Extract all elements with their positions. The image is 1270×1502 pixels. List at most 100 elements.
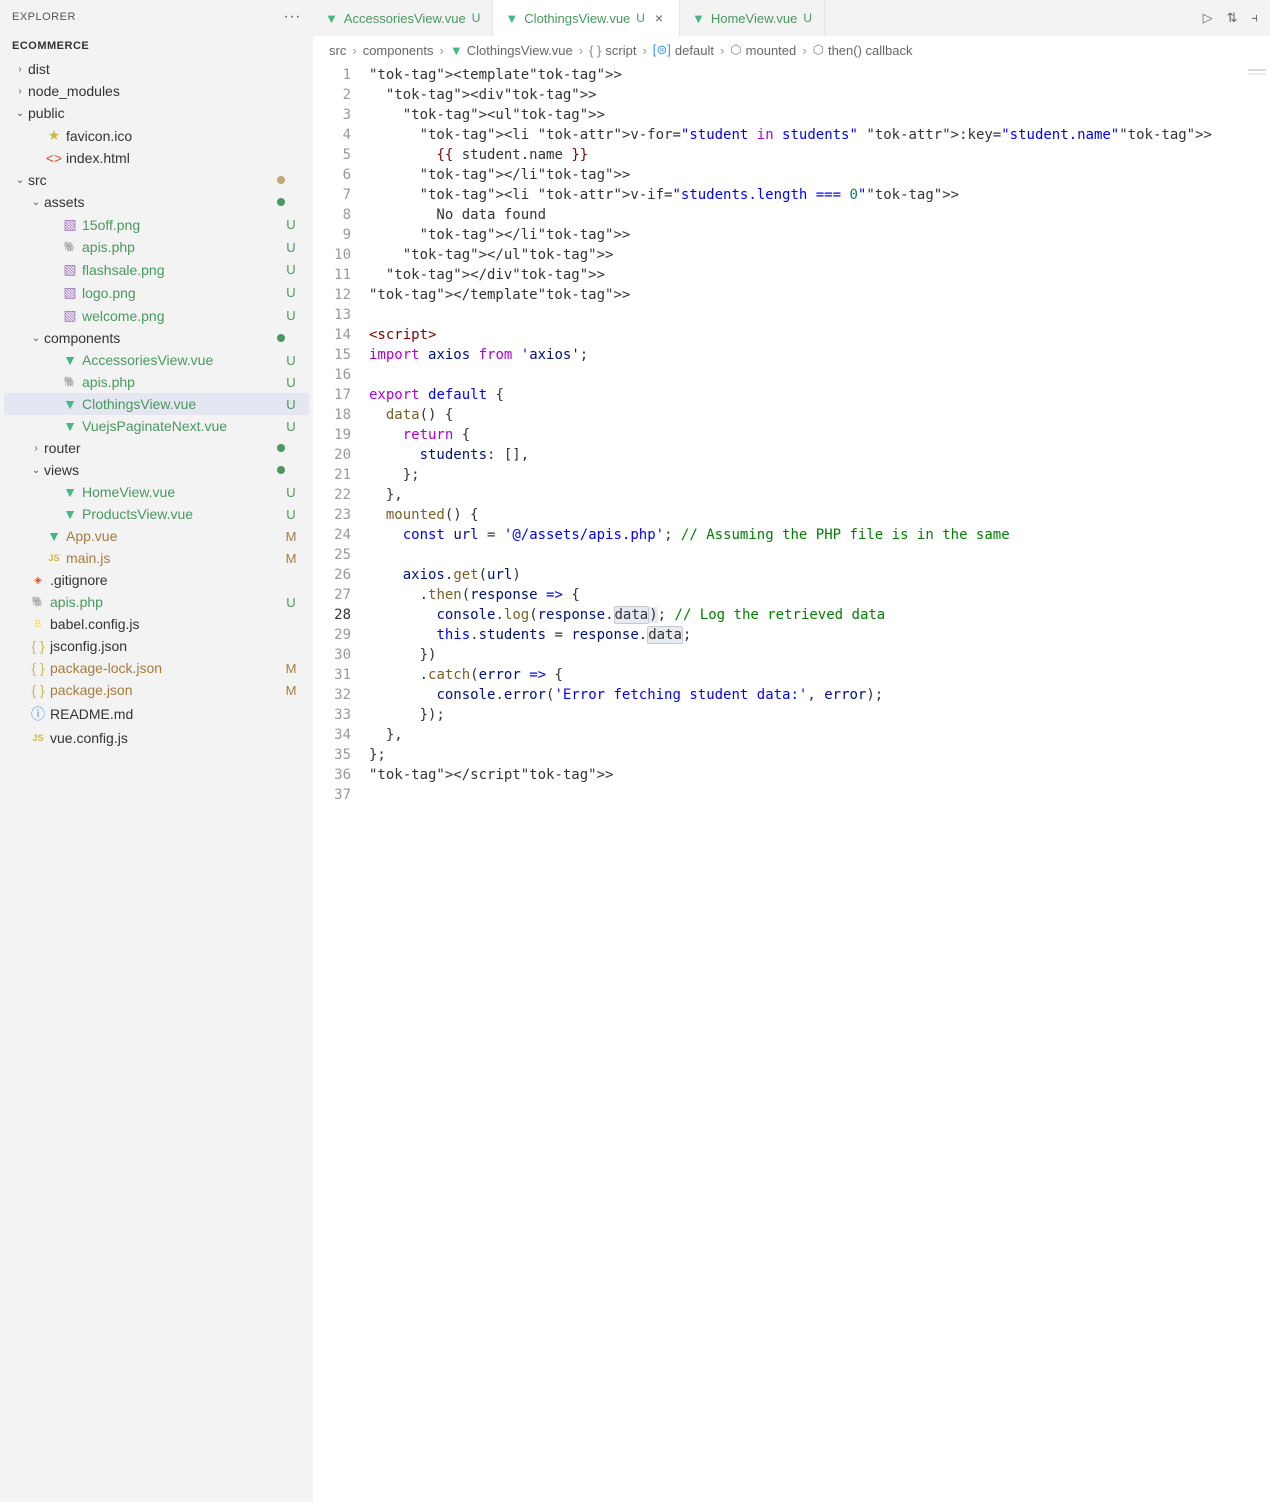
line-number[interactable]: 10 — [313, 245, 351, 265]
file-item[interactable]: <>index.html — [4, 147, 309, 169]
breadcrumb-item[interactable]: ⬡then() callback — [813, 42, 913, 58]
code-line[interactable]: "tok-tag"></li"tok-tag">> — [369, 165, 1270, 185]
code-line[interactable]: console.log(response.data); // Log the r… — [369, 605, 1270, 625]
line-number[interactable]: 29 — [313, 625, 351, 645]
folder-item[interactable]: ⌄assets — [4, 191, 309, 213]
line-number[interactable]: 27 — [313, 585, 351, 605]
code-line[interactable]: {{ student.name }} — [369, 145, 1270, 165]
line-number[interactable]: 20 — [313, 445, 351, 465]
folder-item[interactable]: ⌄views — [4, 459, 309, 481]
line-number[interactable]: 24 — [313, 525, 351, 545]
breadcrumb-item[interactable]: src — [329, 43, 346, 58]
line-number[interactable]: 30 — [313, 645, 351, 665]
file-item[interactable]: ⓘREADME.md — [4, 701, 309, 727]
code-line[interactable]: }); — [369, 705, 1270, 725]
folder-item[interactable]: ›router — [4, 437, 309, 459]
code-line[interactable]: "tok-tag"><li "tok-attr">v-if="students.… — [369, 185, 1270, 205]
line-number[interactable]: 9 — [313, 225, 351, 245]
editor-tab[interactable]: ▼ClothingsView.vueU× — [493, 0, 680, 36]
line-number[interactable]: 12 — [313, 285, 351, 305]
file-item[interactable]: { }package.jsonM — [4, 679, 309, 701]
line-number[interactable]: 1 — [313, 65, 351, 85]
file-item[interactable]: ▼App.vueM — [4, 525, 309, 547]
code-line[interactable] — [369, 365, 1270, 385]
line-number[interactable]: 18 — [313, 405, 351, 425]
breadcrumb-item[interactable]: [⊜]default — [653, 42, 714, 58]
git-compare-icon[interactable]: ⇅ — [1227, 10, 1238, 26]
code-line[interactable] — [369, 305, 1270, 325]
editor-tab[interactable]: ▼HomeView.vueU — [680, 0, 825, 36]
line-number[interactable]: 8 — [313, 205, 351, 225]
line-number[interactable]: 17 — [313, 385, 351, 405]
code-line[interactable]: No data found — [369, 205, 1270, 225]
file-item[interactable]: ▧logo.pngU — [4, 281, 309, 304]
folder-item[interactable]: ⌄components — [4, 327, 309, 349]
folder-item[interactable]: ⌄src — [4, 169, 309, 191]
line-number[interactable]: 26 — [313, 565, 351, 585]
code-line[interactable]: return { — [369, 425, 1270, 445]
code-line[interactable]: "tok-tag"><div"tok-tag">> — [369, 85, 1270, 105]
line-number[interactable]: 34 — [313, 725, 351, 745]
line-number[interactable]: 32 — [313, 685, 351, 705]
line-number[interactable]: 2 — [313, 85, 351, 105]
file-item[interactable]: 🐘apis.phpU — [4, 591, 309, 613]
line-number[interactable]: 31 — [313, 665, 351, 685]
code-line[interactable]: "tok-tag"></script"tok-tag">> — [369, 765, 1270, 785]
file-item[interactable]: JSmain.jsM — [4, 547, 309, 569]
file-item[interactable]: { }jsconfig.json — [4, 635, 309, 657]
line-gutter[interactable]: 1234567891011121314151617181920212223242… — [313, 65, 369, 1502]
code-line[interactable]: mounted() { — [369, 505, 1270, 525]
code-line[interactable]: }; — [369, 465, 1270, 485]
file-item[interactable]: ▼ProductsView.vueU — [4, 503, 309, 525]
project-name[interactable]: ECOMMERCE — [0, 34, 313, 58]
line-number[interactable]: 13 — [313, 305, 351, 325]
line-number[interactable]: 33 — [313, 705, 351, 725]
file-item[interactable]: 🐘apis.phpU — [4, 236, 309, 258]
file-item[interactable]: { }package-lock.jsonM — [4, 657, 309, 679]
code-line[interactable]: "tok-tag"><li "tok-attr">v-for="student … — [369, 125, 1270, 145]
line-number[interactable]: 15 — [313, 345, 351, 365]
more-actions-button[interactable]: ··· — [284, 8, 301, 26]
line-number[interactable]: 3 — [313, 105, 351, 125]
line-number[interactable]: 22 — [313, 485, 351, 505]
line-number[interactable]: 23 — [313, 505, 351, 525]
code-line[interactable]: }, — [369, 485, 1270, 505]
line-number[interactable]: 37 — [313, 785, 351, 805]
code-line[interactable]: "tok-tag"><template"tok-tag">> — [369, 65, 1270, 85]
code-line[interactable]: axios.get(url) — [369, 565, 1270, 585]
line-number[interactable]: 7 — [313, 185, 351, 205]
code-line[interactable]: console.error('Error fetching student da… — [369, 685, 1270, 705]
file-item[interactable]: ▼ClothingsView.vueU — [4, 393, 309, 415]
line-number[interactable]: 28 — [313, 605, 351, 625]
code-editor[interactable]: 1234567891011121314151617181920212223242… — [313, 65, 1270, 1502]
folder-item[interactable]: ›dist — [4, 58, 309, 80]
code-line[interactable]: "tok-tag"></template"tok-tag">> — [369, 285, 1270, 305]
breadcrumb-item[interactable]: ▼ClothingsView.vue — [450, 43, 573, 58]
code-line[interactable]: import axios from 'axios'; — [369, 345, 1270, 365]
code-line[interactable]: data() { — [369, 405, 1270, 425]
file-item[interactable]: ▼AccessoriesView.vueU — [4, 349, 309, 371]
code-line[interactable]: .catch(error => { — [369, 665, 1270, 685]
line-number[interactable]: 21 — [313, 465, 351, 485]
code-line[interactable]: }; — [369, 745, 1270, 765]
code-content[interactable]: "tok-tag"><template"tok-tag">> "tok-tag"… — [369, 65, 1270, 1502]
file-item[interactable]: ▧welcome.pngU — [4, 304, 309, 327]
line-number[interactable]: 11 — [313, 265, 351, 285]
file-item[interactable]: ▼HomeView.vueU — [4, 481, 309, 503]
file-item[interactable]: ▧flashsale.pngU — [4, 258, 309, 281]
file-item[interactable]: ▼VuejsPaginateNext.vueU — [4, 415, 309, 437]
code-line[interactable]: }) — [369, 645, 1270, 665]
line-number[interactable]: 36 — [313, 765, 351, 785]
breadcrumbs[interactable]: src›components›▼ClothingsView.vue›{ }scr… — [313, 36, 1270, 65]
code-line[interactable]: "tok-tag"></ul"tok-tag">> — [369, 245, 1270, 265]
code-line[interactable]: "tok-tag"></div"tok-tag">> — [369, 265, 1270, 285]
code-line[interactable]: export default { — [369, 385, 1270, 405]
code-line[interactable]: "tok-tag"></li"tok-tag">> — [369, 225, 1270, 245]
folder-item[interactable]: ›node_modules — [4, 80, 309, 102]
code-line[interactable]: .then(response => { — [369, 585, 1270, 605]
line-number[interactable]: 14 — [313, 325, 351, 345]
file-item[interactable]: JSvue.config.js — [4, 727, 309, 749]
line-number[interactable]: 5 — [313, 145, 351, 165]
breadcrumb-item[interactable]: { }script — [589, 43, 636, 58]
code-line[interactable]: this.students = response.data; — [369, 625, 1270, 645]
